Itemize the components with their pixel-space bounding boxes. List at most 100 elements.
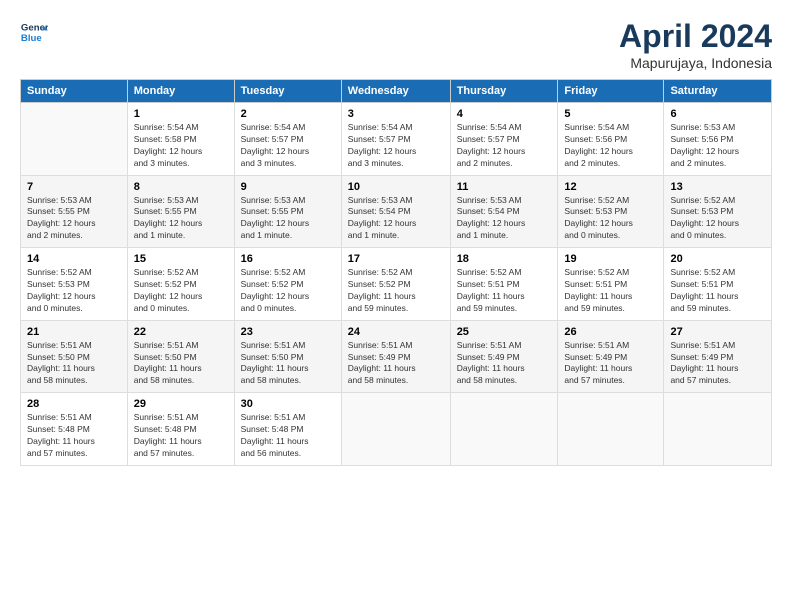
calendar-cell: 28 Sunrise: 5:51 AM Sunset: 5:48 PM Dayli… — [21, 393, 128, 466]
day-info: Sunrise: 5:53 AM Sunset: 5:55 PM Dayligh… — [27, 195, 121, 243]
day-info: Sunrise: 5:52 AM Sunset: 5:52 PM Dayligh… — [348, 267, 444, 315]
calendar-cell: 12 Sunrise: 5:52 AM Sunset: 5:53 PM Dayli… — [558, 175, 664, 248]
day-number: 13 — [670, 181, 765, 193]
day-number: 26 — [564, 326, 657, 338]
day-info: Sunrise: 5:51 AM Sunset: 5:50 PM Dayligh… — [134, 340, 228, 388]
day-number: 2 — [241, 108, 335, 120]
day-number: 12 — [564, 181, 657, 193]
day-number: 6 — [670, 108, 765, 120]
day-info: Sunrise: 5:51 AM Sunset: 5:48 PM Dayligh… — [27, 412, 121, 460]
calendar-cell: 30 Sunrise: 5:51 AM Sunset: 5:48 PM Dayli… — [234, 393, 341, 466]
calendar-table: SundayMondayTuesdayWednesdayThursdayFrid… — [20, 79, 772, 466]
title-block: April 2024 Mapurujaya, Indonesia — [619, 18, 772, 71]
calendar-cell: 9 Sunrise: 5:53 AM Sunset: 5:55 PM Daylig… — [234, 175, 341, 248]
day-info: Sunrise: 5:52 AM Sunset: 5:53 PM Dayligh… — [27, 267, 121, 315]
calendar-cell: 27 Sunrise: 5:51 AM Sunset: 5:49 PM Dayli… — [664, 320, 772, 393]
day-info: Sunrise: 5:54 AM Sunset: 5:57 PM Dayligh… — [457, 122, 552, 170]
day-number: 16 — [241, 253, 335, 265]
calendar-cell: 3Sunrise: 5:54 AM Sunset: 5:57 PM Daylig… — [341, 103, 450, 176]
calendar-week-2: 7Sunrise: 5:53 AM Sunset: 5:55 PM Daylig… — [21, 175, 772, 248]
calendar-cell — [450, 393, 558, 466]
column-header-sunday: Sunday — [21, 80, 128, 103]
calendar-cell: 6 Sunrise: 5:53 AM Sunset: 5:56 PM Daylig… — [664, 103, 772, 176]
calendar-cell — [341, 393, 450, 466]
day-info: Sunrise: 5:52 AM Sunset: 5:53 PM Dayligh… — [564, 195, 657, 243]
day-number: 9 — [241, 181, 335, 193]
day-info: Sunrise: 5:51 AM Sunset: 5:49 PM Dayligh… — [564, 340, 657, 388]
calendar-cell: 25Sunrise: 5:51 AM Sunset: 5:49 PM Dayli… — [450, 320, 558, 393]
column-header-friday: Friday — [558, 80, 664, 103]
day-number: 17 — [348, 253, 444, 265]
calendar-cell: 10Sunrise: 5:53 AM Sunset: 5:54 PM Dayli… — [341, 175, 450, 248]
svg-text:Blue: Blue — [21, 33, 42, 44]
day-info: Sunrise: 5:53 AM Sunset: 5:54 PM Dayligh… — [457, 195, 552, 243]
logo-icon: General Blue — [20, 18, 48, 46]
calendar-cell — [21, 103, 128, 176]
calendar-cell: 26 Sunrise: 5:51 AM Sunset: 5:49 PM Dayli… — [558, 320, 664, 393]
calendar-week-1: 1 Sunrise: 5:54 AM Sunset: 5:58 PM Daylig… — [21, 103, 772, 176]
day-info: Sunrise: 5:51 AM Sunset: 5:50 PM Dayligh… — [241, 340, 335, 388]
day-number: 22 — [134, 326, 228, 338]
calendar-cell: 8Sunrise: 5:53 AM Sunset: 5:55 PM Daylig… — [127, 175, 234, 248]
day-info: Sunrise: 5:52 AM Sunset: 5:51 PM Dayligh… — [670, 267, 765, 315]
day-number: 14 — [27, 253, 121, 265]
calendar-cell: 17 Sunrise: 5:52 AM Sunset: 5:52 PM Dayli… — [341, 248, 450, 321]
day-number: 24 — [348, 326, 444, 338]
day-info: Sunrise: 5:51 AM Sunset: 5:49 PM Dayligh… — [348, 340, 444, 388]
day-info: Sunrise: 5:51 AM Sunset: 5:48 PM Dayligh… — [241, 412, 335, 460]
day-number: 28 — [27, 398, 121, 410]
column-header-wednesday: Wednesday — [341, 80, 450, 103]
calendar-header-row: SundayMondayTuesdayWednesdayThursdayFrid… — [21, 80, 772, 103]
calendar-cell: 22 Sunrise: 5:51 AM Sunset: 5:50 PM Dayli… — [127, 320, 234, 393]
day-info: Sunrise: 5:53 AM Sunset: 5:56 PM Dayligh… — [670, 122, 765, 170]
day-info: Sunrise: 5:54 AM Sunset: 5:56 PM Dayligh… — [564, 122, 657, 170]
calendar-cell: 20 Sunrise: 5:52 AM Sunset: 5:51 PM Dayli… — [664, 248, 772, 321]
main-title: April 2024 — [619, 18, 772, 55]
day-info: Sunrise: 5:54 AM Sunset: 5:57 PM Dayligh… — [241, 122, 335, 170]
calendar-cell: 5Sunrise: 5:54 AM Sunset: 5:56 PM Daylig… — [558, 103, 664, 176]
day-info: Sunrise: 5:52 AM Sunset: 5:51 PM Dayligh… — [457, 267, 552, 315]
day-info: Sunrise: 5:53 AM Sunset: 5:55 PM Dayligh… — [241, 195, 335, 243]
calendar-week-4: 21 Sunrise: 5:51 AM Sunset: 5:50 PM Dayli… — [21, 320, 772, 393]
day-number: 20 — [670, 253, 765, 265]
calendar-cell: 29Sunrise: 5:51 AM Sunset: 5:48 PM Dayli… — [127, 393, 234, 466]
subtitle: Mapurujaya, Indonesia — [619, 55, 772, 71]
calendar-cell: 24 Sunrise: 5:51 AM Sunset: 5:49 PM Dayli… — [341, 320, 450, 393]
calendar-cell — [664, 393, 772, 466]
column-header-thursday: Thursday — [450, 80, 558, 103]
day-number: 21 — [27, 326, 121, 338]
day-info: Sunrise: 5:51 AM Sunset: 5:50 PM Dayligh… — [27, 340, 121, 388]
day-info: Sunrise: 5:52 AM Sunset: 5:51 PM Dayligh… — [564, 267, 657, 315]
calendar-cell: 14 Sunrise: 5:52 AM Sunset: 5:53 PM Dayli… — [21, 248, 128, 321]
calendar-cell: 16Sunrise: 5:52 AM Sunset: 5:52 PM Dayli… — [234, 248, 341, 321]
calendar-cell — [558, 393, 664, 466]
calendar-cell: 21 Sunrise: 5:51 AM Sunset: 5:50 PM Dayli… — [21, 320, 128, 393]
day-number: 11 — [457, 181, 552, 193]
column-header-saturday: Saturday — [664, 80, 772, 103]
day-info: Sunrise: 5:53 AM Sunset: 5:54 PM Dayligh… — [348, 195, 444, 243]
day-info: Sunrise: 5:54 AM Sunset: 5:58 PM Dayligh… — [134, 122, 228, 170]
calendar-cell: 1 Sunrise: 5:54 AM Sunset: 5:58 PM Daylig… — [127, 103, 234, 176]
calendar-cell: 18Sunrise: 5:52 AM Sunset: 5:51 PM Dayli… — [450, 248, 558, 321]
calendar-cell: 13 Sunrise: 5:52 AM Sunset: 5:53 PM Dayli… — [664, 175, 772, 248]
day-number: 25 — [457, 326, 552, 338]
calendar-cell: 19 Sunrise: 5:52 AM Sunset: 5:51 PM Dayli… — [558, 248, 664, 321]
day-info: Sunrise: 5:51 AM Sunset: 5:49 PM Dayligh… — [670, 340, 765, 388]
calendar-cell: 4Sunrise: 5:54 AM Sunset: 5:57 PM Daylig… — [450, 103, 558, 176]
day-number: 1 — [134, 108, 228, 120]
calendar-week-3: 14 Sunrise: 5:52 AM Sunset: 5:53 PM Dayli… — [21, 248, 772, 321]
day-number: 15 — [134, 253, 228, 265]
day-number: 30 — [241, 398, 335, 410]
day-info: Sunrise: 5:52 AM Sunset: 5:52 PM Dayligh… — [134, 267, 228, 315]
header-row: General Blue April 2024 Mapurujaya, Indo… — [20, 18, 772, 71]
day-info: Sunrise: 5:52 AM Sunset: 5:53 PM Dayligh… — [670, 195, 765, 243]
main-container: General Blue April 2024 Mapurujaya, Indo… — [0, 0, 792, 476]
calendar-cell: 15 Sunrise: 5:52 AM Sunset: 5:52 PM Dayli… — [127, 248, 234, 321]
column-header-tuesday: Tuesday — [234, 80, 341, 103]
column-header-monday: Monday — [127, 80, 234, 103]
day-info: Sunrise: 5:51 AM Sunset: 5:48 PM Dayligh… — [134, 412, 228, 460]
calendar-cell: 11 Sunrise: 5:53 AM Sunset: 5:54 PM Dayli… — [450, 175, 558, 248]
day-number: 27 — [670, 326, 765, 338]
day-number: 19 — [564, 253, 657, 265]
calendar-week-5: 28 Sunrise: 5:51 AM Sunset: 5:48 PM Dayli… — [21, 393, 772, 466]
